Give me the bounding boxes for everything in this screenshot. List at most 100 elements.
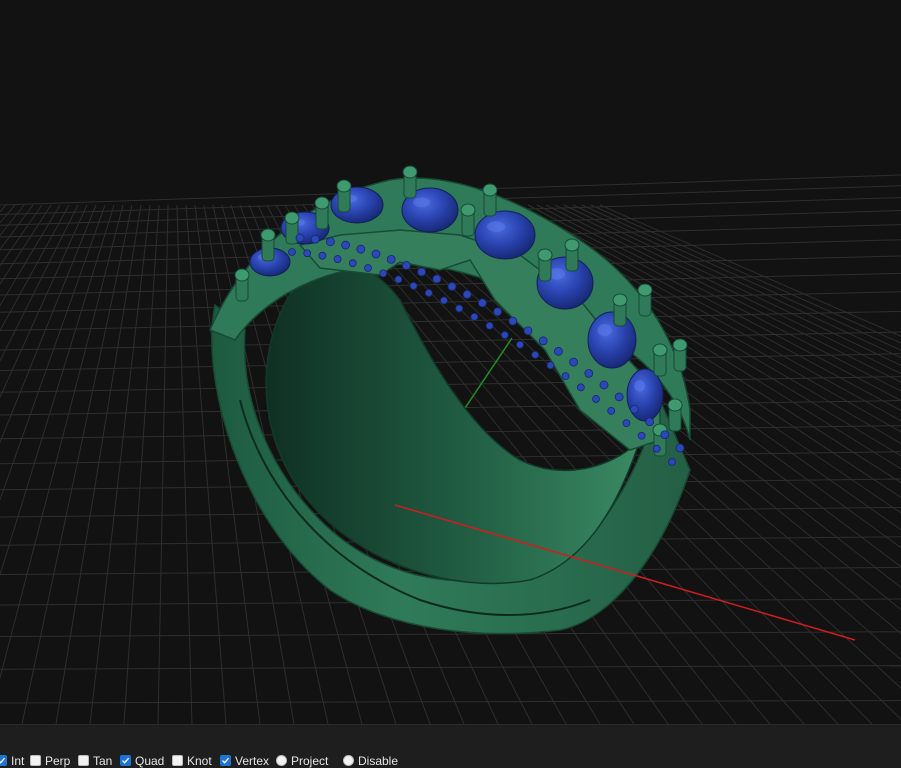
gem-highlight <box>487 221 505 232</box>
prong-tip <box>564 238 580 252</box>
vertex-checkbox[interactable] <box>220 755 231 766</box>
pave-bead <box>394 275 403 284</box>
grid-line-horizontal <box>0 665 901 670</box>
osnap-vertex-option[interactable]: Vertex <box>220 753 269 768</box>
osnap-knot-option[interactable]: Knot <box>172 753 212 768</box>
grid-line-horizontal <box>0 353 901 372</box>
pave-bead <box>485 321 494 330</box>
tan-label: Tan <box>93 753 113 768</box>
viewport-canvas[interactable] <box>0 0 901 724</box>
tan-checkbox[interactable] <box>78 755 89 766</box>
gem-highlight <box>597 324 612 337</box>
prong-tip <box>637 283 653 297</box>
prong-tip <box>284 211 300 225</box>
perp-checkbox[interactable] <box>30 755 41 766</box>
pave-bead <box>325 237 335 247</box>
pave-bead <box>645 417 654 427</box>
osnap-project-option[interactable]: Project <box>276 753 328 768</box>
perspective-viewport[interactable] <box>0 0 901 724</box>
pave-bead <box>569 357 578 367</box>
grid-line-vertical <box>176 204 193 724</box>
prong-tip <box>314 196 330 210</box>
prong-tip <box>672 338 688 352</box>
prong-tip <box>336 179 352 193</box>
gemstone <box>474 210 536 260</box>
pave-bead <box>652 444 661 453</box>
grid-line-horizontal <box>0 700 901 704</box>
project-label: Project <box>291 753 329 768</box>
prong-tip <box>537 248 553 262</box>
pave-bead <box>348 259 357 268</box>
grid-line-vertical <box>0 204 52 285</box>
pave-bead <box>554 346 563 356</box>
perp-label: Perp <box>45 753 71 768</box>
pave-bead <box>401 260 411 270</box>
osnap-disable-option[interactable]: Disable <box>343 753 398 768</box>
pave-bead <box>462 290 472 299</box>
gem-highlight <box>413 197 430 208</box>
grid-line-vertical <box>157 204 169 724</box>
grid-line-vertical <box>185 204 227 724</box>
pave-bead <box>409 282 418 290</box>
prong-tip <box>402 165 418 179</box>
pave-bead <box>500 331 509 339</box>
gem-highlight <box>634 380 645 392</box>
pave-bead <box>386 255 396 264</box>
pave-bead <box>614 392 624 402</box>
pave-bead <box>531 350 540 359</box>
project-checkbox[interactable] <box>276 755 287 766</box>
grid-line-vertical <box>0 204 115 577</box>
osnap-int-option[interactable]: Int <box>0 753 24 768</box>
prong-tip <box>652 343 668 357</box>
knot-checkbox[interactable] <box>172 755 183 766</box>
pave-bead <box>432 274 442 284</box>
osnap-quad-option[interactable]: Quad <box>120 753 164 768</box>
prong-tip <box>612 293 628 307</box>
pave-bead <box>477 298 487 308</box>
pave-bead <box>622 419 631 428</box>
grid-line-vertical <box>0 204 124 680</box>
pave-bead <box>288 248 296 256</box>
pave-bead <box>637 431 646 440</box>
pave-bead <box>455 304 464 313</box>
osnap-toolbar: Int Perp Tan Quad Knot Vertex Project Disable <box>0 724 901 768</box>
pave-bead <box>546 361 555 370</box>
pave-bead <box>318 251 327 260</box>
osnap-tan-option[interactable]: Tan <box>78 753 112 768</box>
disable-checkbox[interactable] <box>343 755 354 766</box>
vertex-label: Vertex <box>235 753 270 768</box>
pave-bead <box>576 383 585 392</box>
pave-bead <box>295 233 305 243</box>
quad-checkbox[interactable] <box>120 755 131 766</box>
pave-bead <box>424 289 433 297</box>
pave-bead <box>668 458 676 466</box>
pave-bead <box>417 267 427 277</box>
pave-bead <box>630 404 639 414</box>
grid-line-vertical <box>0 204 61 307</box>
grid-line-vertical <box>0 204 43 267</box>
grid-line-vertical <box>0 204 34 251</box>
pave-bead <box>675 443 685 453</box>
pave-bead <box>592 395 600 403</box>
osnap-perp-option[interactable]: Perp <box>30 753 70 768</box>
pave-bead <box>607 406 616 415</box>
grid-line-horizontal <box>0 631 901 638</box>
pave-bead <box>440 296 448 305</box>
prong-tip <box>260 228 276 242</box>
int-label: Int <box>11 753 25 768</box>
gemstone <box>626 368 664 422</box>
pave-bead <box>341 240 351 250</box>
pave-bead <box>523 326 533 336</box>
grid-line-vertical <box>0 204 97 444</box>
pave-bead <box>303 249 312 258</box>
prong-tip <box>460 203 476 217</box>
pave-bead <box>356 244 366 254</box>
disable-label: Disable <box>358 753 399 768</box>
pave-bead <box>310 234 320 244</box>
pave-bead <box>508 316 518 326</box>
pave-bead <box>660 430 670 440</box>
pave-bead <box>364 264 372 272</box>
int-checkbox[interactable] <box>0 755 7 766</box>
pave-bead <box>538 336 548 346</box>
knot-label: Knot <box>187 753 212 768</box>
